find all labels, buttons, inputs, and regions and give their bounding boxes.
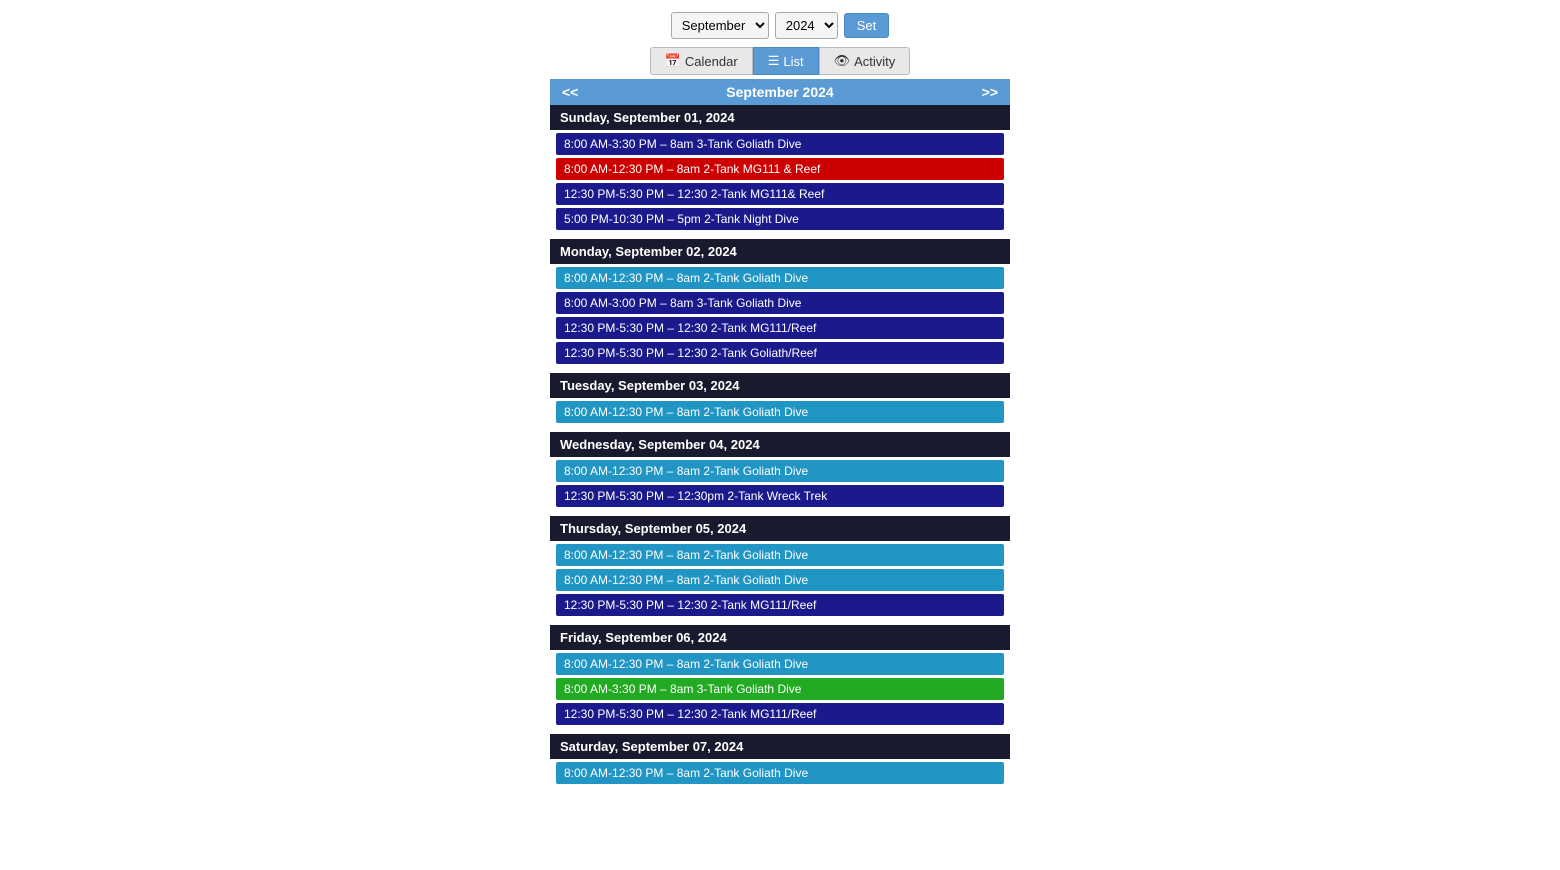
- tab-list-label: List: [783, 54, 803, 69]
- event-item[interactable]: 8:00 AM-12:30 PM – 8am 2-Tank MG111 & Re…: [556, 158, 1004, 180]
- events-list: 8:00 AM-12:30 PM – 8am 2-Tank Goliath Di…: [550, 264, 1010, 367]
- day-section: Tuesday, September 03, 2024 8:00 AM-12:30…: [550, 373, 1010, 426]
- days-container: Sunday, September 01, 2024 8:00 AM-3:30 P…: [550, 105, 1010, 787]
- event-item[interactable]: 8:00 AM-12:30 PM – 8am 2-Tank Goliath Di…: [556, 401, 1004, 423]
- month-title: September 2024: [582, 84, 977, 100]
- events-list: 8:00 AM-12:30 PM – 8am 2-Tank Goliath Di…: [550, 457, 1010, 510]
- events-list: 8:00 AM-12:30 PM – 8am 2-Tank Goliath Di…: [550, 541, 1010, 619]
- day-header: Wednesday, September 04, 2024: [550, 432, 1010, 457]
- year-select[interactable]: 2022202320242025: [775, 12, 838, 39]
- event-item[interactable]: 8:00 AM-3:30 PM – 8am 3-Tank Goliath Div…: [556, 678, 1004, 700]
- day-section: Monday, September 02, 2024 8:00 AM-12:30 …: [550, 239, 1010, 367]
- day-header: Tuesday, September 03, 2024: [550, 373, 1010, 398]
- event-item[interactable]: 8:00 AM-12:30 PM – 8am 2-Tank Goliath Di…: [556, 569, 1004, 591]
- event-item[interactable]: 12:30 PM-5:30 PM – 12:30 2-Tank MG111/Re…: [556, 317, 1004, 339]
- day-section: Saturday, September 07, 2024 8:00 AM-12:3…: [550, 734, 1010, 787]
- event-item[interactable]: 8:00 AM-12:30 PM – 8am 2-Tank Goliath Di…: [556, 762, 1004, 784]
- top-controls: JanuaryFebruaryMarchAprilMayJuneJulyAugu…: [0, 0, 1560, 47]
- events-list: 8:00 AM-12:30 PM – 8am 2-Tank Goliath Di…: [550, 650, 1010, 728]
- day-section: Friday, September 06, 2024 8:00 AM-12:30 …: [550, 625, 1010, 728]
- view-tabs: 📅 Calendar ☰ List 👁 Activity: [0, 47, 1560, 75]
- month-select[interactable]: JanuaryFebruaryMarchAprilMayJuneJulyAugu…: [671, 12, 769, 39]
- calendar-icon: 📅: [665, 53, 681, 69]
- next-month-button[interactable]: >>: [978, 84, 1002, 100]
- tab-calendar[interactable]: 📅 Calendar: [650, 47, 753, 75]
- event-item[interactable]: 8:00 AM-3:30 PM – 8am 3-Tank Goliath Div…: [556, 133, 1004, 155]
- day-header: Monday, September 02, 2024: [550, 239, 1010, 264]
- events-list: 8:00 AM-12:30 PM – 8am 2-Tank Goliath Di…: [550, 398, 1010, 426]
- day-header: Sunday, September 01, 2024: [550, 105, 1010, 130]
- event-item[interactable]: 8:00 AM-3:00 PM – 8am 3-Tank Goliath Div…: [556, 292, 1004, 314]
- day-header: Friday, September 06, 2024: [550, 625, 1010, 650]
- tab-calendar-label: Calendar: [685, 54, 738, 69]
- set-button[interactable]: Set: [844, 13, 890, 38]
- month-header: << September 2024 >>: [550, 79, 1010, 105]
- tab-activity-label: Activity: [854, 54, 895, 69]
- day-header: Thursday, September 05, 2024: [550, 516, 1010, 541]
- day-header: Saturday, September 07, 2024: [550, 734, 1010, 759]
- event-item[interactable]: 12:30 PM-5:30 PM – 12:30 2-Tank Goliath/…: [556, 342, 1004, 364]
- day-section: Thursday, September 05, 2024 8:00 AM-12:3…: [550, 516, 1010, 619]
- events-list: 8:00 AM-3:30 PM – 8am 3-Tank Goliath Div…: [550, 130, 1010, 233]
- event-item[interactable]: 8:00 AM-12:30 PM – 8am 2-Tank Goliath Di…: [556, 267, 1004, 289]
- event-item[interactable]: 12:30 PM-5:30 PM – 12:30 2-Tank MG111/Re…: [556, 594, 1004, 616]
- events-list: 8:00 AM-12:30 PM – 8am 2-Tank Goliath Di…: [550, 759, 1010, 787]
- list-icon: ☰: [768, 53, 780, 69]
- tab-list[interactable]: ☰ List: [753, 47, 819, 75]
- event-item[interactable]: 5:00 PM-10:30 PM – 5pm 2-Tank Night Dive: [556, 208, 1004, 230]
- event-item[interactable]: 12:30 PM-5:30 PM – 12:30 2-Tank MG111/Re…: [556, 703, 1004, 725]
- event-item[interactable]: 8:00 AM-12:30 PM – 8am 2-Tank Goliath Di…: [556, 653, 1004, 675]
- event-item[interactable]: 8:00 AM-12:30 PM – 8am 2-Tank Goliath Di…: [556, 544, 1004, 566]
- event-item[interactable]: 12:30 PM-5:30 PM – 12:30 2-Tank MG111& R…: [556, 183, 1004, 205]
- day-section: Sunday, September 01, 2024 8:00 AM-3:30 P…: [550, 105, 1010, 233]
- event-item[interactable]: 12:30 PM-5:30 PM – 12:30pm 2-Tank Wreck …: [556, 485, 1004, 507]
- day-section: Wednesday, September 04, 2024 8:00 AM-12:…: [550, 432, 1010, 510]
- tab-activity[interactable]: 👁 Activity: [819, 47, 911, 75]
- activity-icon: 👁: [834, 53, 851, 69]
- prev-month-button[interactable]: <<: [558, 84, 582, 100]
- calendar-container: << September 2024 >> Sunday, September 0…: [550, 79, 1010, 787]
- event-item[interactable]: 8:00 AM-12:30 PM – 8am 2-Tank Goliath Di…: [556, 460, 1004, 482]
